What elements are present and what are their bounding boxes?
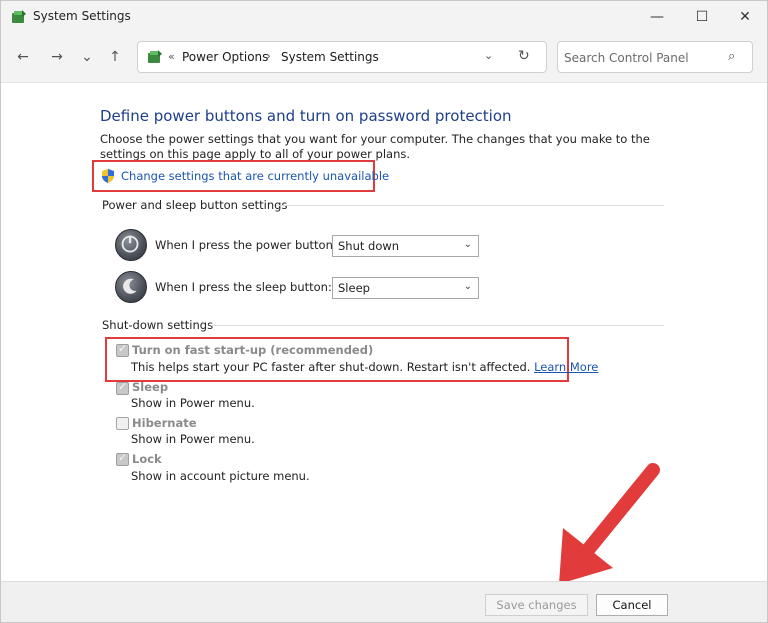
chevron-down-icon: ⌄ xyxy=(463,281,472,292)
maximize-button[interactable]: ☐ xyxy=(679,1,725,33)
sleep-button-value: Sleep xyxy=(338,281,370,295)
annotation-arrow-icon xyxy=(559,463,660,584)
save-changes-button[interactable]: Save changes xyxy=(485,594,588,616)
forward-arrow-icon: → xyxy=(51,49,63,65)
navigation-bar: ← → ⌄ ↑ « Power Options › System Setting… xyxy=(1,33,767,83)
title-bar: System Settings — ☐ ✕ xyxy=(1,1,767,33)
breadcrumb-separator-icon[interactable]: › xyxy=(266,49,271,63)
lock-option-desc: Show in account picture menu. xyxy=(131,469,310,483)
breadcrumb-power-options[interactable]: Power Options xyxy=(182,50,268,64)
control-panel-icon xyxy=(148,50,162,63)
lock-checkbox[interactable] xyxy=(116,451,129,466)
power-button-select[interactable]: Shut down ⌄ xyxy=(332,235,479,257)
hibernate-option-title: Hibernate xyxy=(132,416,197,430)
sleep-button-icon xyxy=(115,271,147,303)
hibernate-checkbox[interactable] xyxy=(116,417,129,430)
back-arrow-icon: ← xyxy=(17,49,29,65)
chevron-down-icon: ⌄ xyxy=(81,49,93,65)
fast-startup-desc-text: This helps start your PC faster after sh… xyxy=(131,360,531,374)
chevron-down-icon: ⌄ xyxy=(463,239,472,250)
system-settings-window: System Settings — ☐ ✕ ← → ⌄ ↑ « Power Op… xyxy=(0,0,768,623)
cancel-button[interactable]: Cancel xyxy=(596,594,668,616)
up-arrow-icon: ↑ xyxy=(109,49,121,65)
sleep-option-title: Sleep xyxy=(132,380,169,394)
breadcrumb-overflow-icon[interactable]: « xyxy=(168,50,175,63)
section-divider xyxy=(276,205,664,206)
sleep-button-select[interactable]: Sleep ⌄ xyxy=(332,277,479,299)
power-button-value: Shut down xyxy=(338,239,400,253)
address-dropdown-icon[interactable]: ⌄ xyxy=(484,49,493,62)
minimize-icon: — xyxy=(650,9,664,25)
breadcrumb-system-settings[interactable]: System Settings xyxy=(281,50,379,64)
forward-button[interactable]: → xyxy=(47,47,67,67)
power-button-icon xyxy=(115,229,147,261)
shutdown-section-title: Shut-down settings xyxy=(102,318,214,332)
change-settings-link[interactable]: Change settings that are currently unava… xyxy=(121,169,389,183)
sleep-option-desc: Show in Power menu. xyxy=(131,396,255,410)
hibernate-option-desc: Show in Power menu. xyxy=(131,432,255,446)
up-button[interactable]: ↑ xyxy=(105,47,125,67)
search-input[interactable] xyxy=(564,48,724,68)
uac-shield-icon xyxy=(102,169,114,183)
page-title: Define power buttons and turn on passwor… xyxy=(100,107,512,125)
search-icon[interactable]: ⌕ xyxy=(728,49,735,64)
minimize-button[interactable]: — xyxy=(634,1,680,33)
window-title: System Settings xyxy=(33,9,131,23)
lock-option-title: Lock xyxy=(132,452,162,466)
recent-locations-button[interactable]: ⌄ xyxy=(77,47,97,67)
sleep-checkbox[interactable] xyxy=(116,380,129,395)
fast-startup-desc: This helps start your PC faster after sh… xyxy=(131,360,598,374)
close-icon: ✕ xyxy=(739,9,751,25)
back-button[interactable]: ← xyxy=(13,47,33,67)
fast-startup-checkbox[interactable] xyxy=(116,342,129,357)
close-button[interactable]: ✕ xyxy=(722,1,767,33)
fast-startup-title: Turn on fast start-up (recommended) xyxy=(132,343,374,357)
maximize-icon: ☐ xyxy=(695,9,709,25)
power-section-title: Power and sleep button settings xyxy=(102,198,288,212)
search-box[interactable]: ⌕ xyxy=(557,41,753,73)
section-divider xyxy=(211,325,664,326)
refresh-icon[interactable]: ↻ xyxy=(518,48,530,64)
sleep-button-label: When I press the sleep button: xyxy=(155,280,332,294)
power-button-label: When I press the power button: xyxy=(155,238,337,252)
power-options-app-icon xyxy=(12,10,26,23)
address-bar[interactable]: « Power Options › System Settings ⌄ ↻ xyxy=(137,41,547,73)
page-description: Choose the power settings that you want … xyxy=(100,132,650,161)
learn-more-link[interactable]: Learn More xyxy=(534,360,598,374)
dialog-footer: Save changes Cancel xyxy=(1,581,767,622)
